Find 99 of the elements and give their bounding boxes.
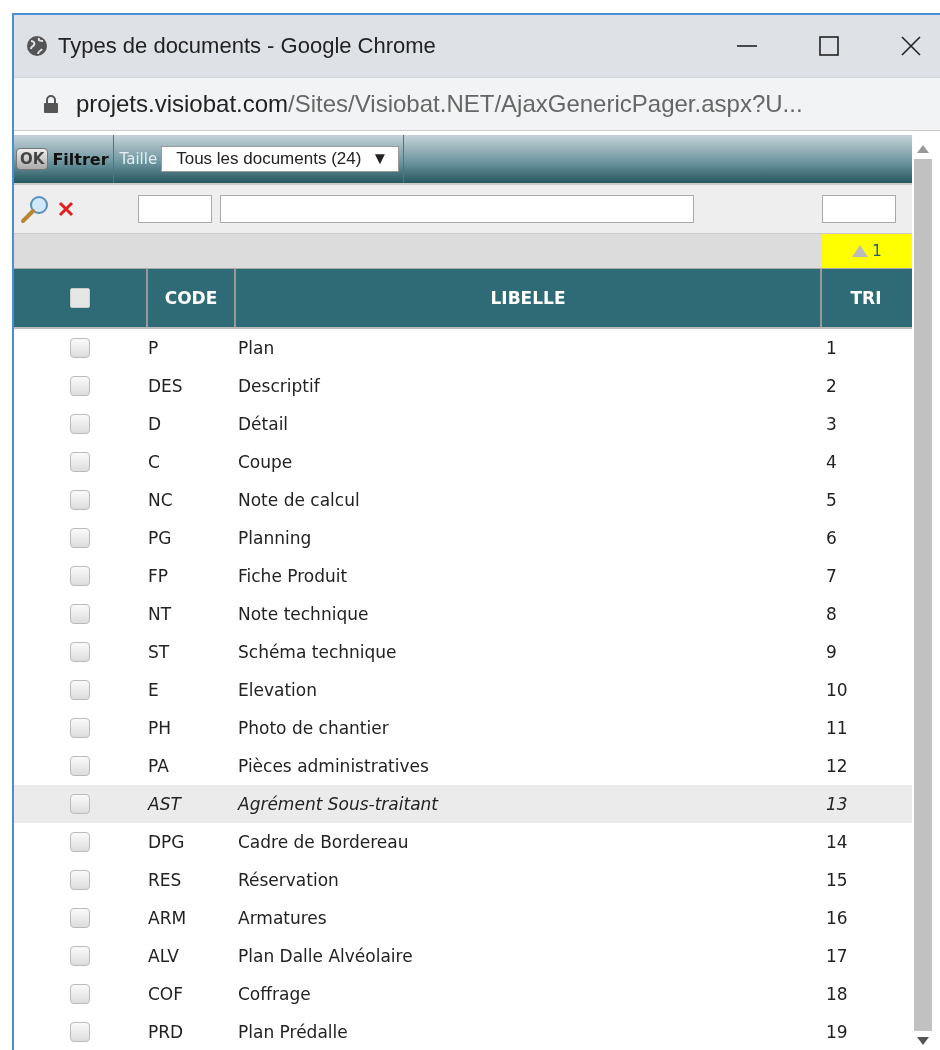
column-header[interactable]: CODE: [146, 269, 234, 327]
table-cell: D: [148, 414, 162, 434]
table-cell: Descriptif: [238, 376, 320, 396]
table-cell: ARM: [148, 908, 187, 928]
table-cell: 6: [826, 528, 837, 548]
table-cell: 1: [826, 338, 837, 358]
table-cell: Agrément Sous-traitant: [238, 794, 438, 814]
close-icon[interactable]: [900, 35, 922, 57]
table-cell: 10: [826, 680, 848, 700]
scroll-down-icon[interactable]: [917, 1037, 929, 1045]
checkbox[interactable]: [70, 718, 90, 738]
checkbox[interactable]: [70, 1022, 90, 1042]
table-cell: 18: [826, 984, 848, 1004]
table-cell: PH: [148, 718, 172, 738]
table-cell: Plan: [238, 338, 275, 358]
table-cell: 4: [826, 452, 837, 472]
scroll-up-icon[interactable]: [917, 145, 929, 153]
size-select[interactable]: Tous les documents (24) ▼: [161, 146, 400, 172]
size-label: Taille: [119, 150, 158, 168]
table-cell: P: [148, 338, 159, 358]
checkbox[interactable]: [70, 984, 90, 1004]
table-cell: Schéma technique: [238, 642, 397, 662]
checkbox[interactable]: [70, 832, 90, 852]
table-cell: Armatures: [238, 908, 327, 928]
table-cell: 7: [826, 566, 837, 586]
checkbox[interactable]: [70, 604, 90, 624]
table-cell: FP: [148, 566, 169, 586]
table-cell: 17: [826, 946, 848, 966]
table-cell: Coupe: [238, 452, 293, 472]
checkbox[interactable]: [70, 908, 90, 928]
checkbox[interactable]: [70, 756, 90, 776]
table-cell: Note technique: [238, 604, 369, 624]
table-cell: NC: [148, 490, 173, 510]
checkbox[interactable]: [70, 528, 90, 548]
table-cell: AST: [148, 794, 181, 814]
table-cell: RES: [148, 870, 182, 890]
checkbox[interactable]: [70, 566, 90, 586]
table-cell: COF: [148, 984, 184, 1004]
checkbox[interactable]: [70, 338, 90, 358]
table-cell: 14: [826, 832, 848, 852]
checkbox[interactable]: [70, 288, 90, 308]
table-cell: E: [148, 680, 159, 700]
table-cell: Note de calcul: [238, 490, 360, 510]
table-cell: 13: [826, 794, 848, 814]
table-cell: 19: [826, 1022, 848, 1042]
table-cell: PRD: [148, 1022, 184, 1042]
checkbox[interactable]: [70, 642, 90, 662]
checkbox[interactable]: [70, 376, 90, 396]
highlighted-row[interactable]: AST Agrément Sous-traitant 13: [14, 785, 912, 823]
table-cell: Fiche Produit: [238, 566, 348, 586]
table-cell: Réservation: [238, 870, 339, 890]
table-cell: C: [148, 452, 160, 472]
table-cell: NT: [148, 604, 172, 624]
table-cell: Plan Prédalle: [238, 1022, 348, 1042]
table-cell: Pièces administratives: [238, 756, 429, 776]
checkbox[interactable]: [70, 680, 90, 700]
column-header[interactable]: TRI: [820, 269, 910, 327]
filter-label[interactable]: Filtrer: [52, 149, 109, 169]
sort-badge[interactable]: 1: [822, 234, 912, 268]
table-cell: ALV: [148, 946, 179, 966]
table-cell: DES: [148, 376, 183, 396]
ok-button[interactable]: OK: [16, 148, 49, 170]
search-icon[interactable]: [20, 194, 50, 224]
table-cell: Coffrage: [238, 984, 311, 1004]
lock-icon: [44, 95, 58, 113]
table-cell: 2: [826, 376, 837, 396]
table-cell: PA: [148, 756, 169, 776]
libelle-filter-field[interactable]: [220, 195, 694, 223]
checkbox[interactable]: [70, 414, 90, 434]
table-cell: 15: [826, 870, 848, 890]
code-filter-field[interactable]: [138, 195, 212, 223]
clear-icon[interactable]: [58, 201, 74, 217]
table-cell: 3: [826, 414, 837, 434]
table-cell: 16: [826, 908, 848, 928]
checkbox[interactable]: [70, 794, 90, 814]
table-cell: 5: [826, 490, 837, 510]
table-cell: Détail: [238, 414, 289, 434]
globe-icon: [26, 35, 48, 57]
table-cell: Planning: [238, 528, 312, 548]
table-cell: ST: [148, 642, 170, 662]
maximize-icon[interactable]: [818, 35, 840, 57]
tri-filter-field[interactable]: [822, 195, 896, 223]
table-cell: Plan Dalle Alvéolaire: [238, 946, 413, 966]
checkbox[interactable]: [70, 870, 90, 890]
checkbox[interactable]: [70, 452, 90, 472]
column-header[interactable]: LIBELLE: [234, 269, 820, 327]
checkbox[interactable]: [70, 946, 90, 966]
table-cell: Photo de chantier: [238, 718, 389, 738]
table-cell: 8: [826, 604, 837, 624]
table-cell: Cadre de Bordereau: [238, 832, 409, 852]
table-cell: DPG: [148, 832, 185, 852]
table-cell: 11: [826, 718, 848, 738]
table-cell: Elevation: [238, 680, 317, 700]
sort-ascending-icon: [852, 245, 869, 257]
checkbox[interactable]: [70, 490, 90, 510]
table-cell: 12: [826, 756, 848, 776]
window-title: Types de documents - Google Chrome: [58, 33, 436, 59]
table-cell: PG: [148, 528, 172, 548]
table-cell: 9: [826, 642, 837, 662]
